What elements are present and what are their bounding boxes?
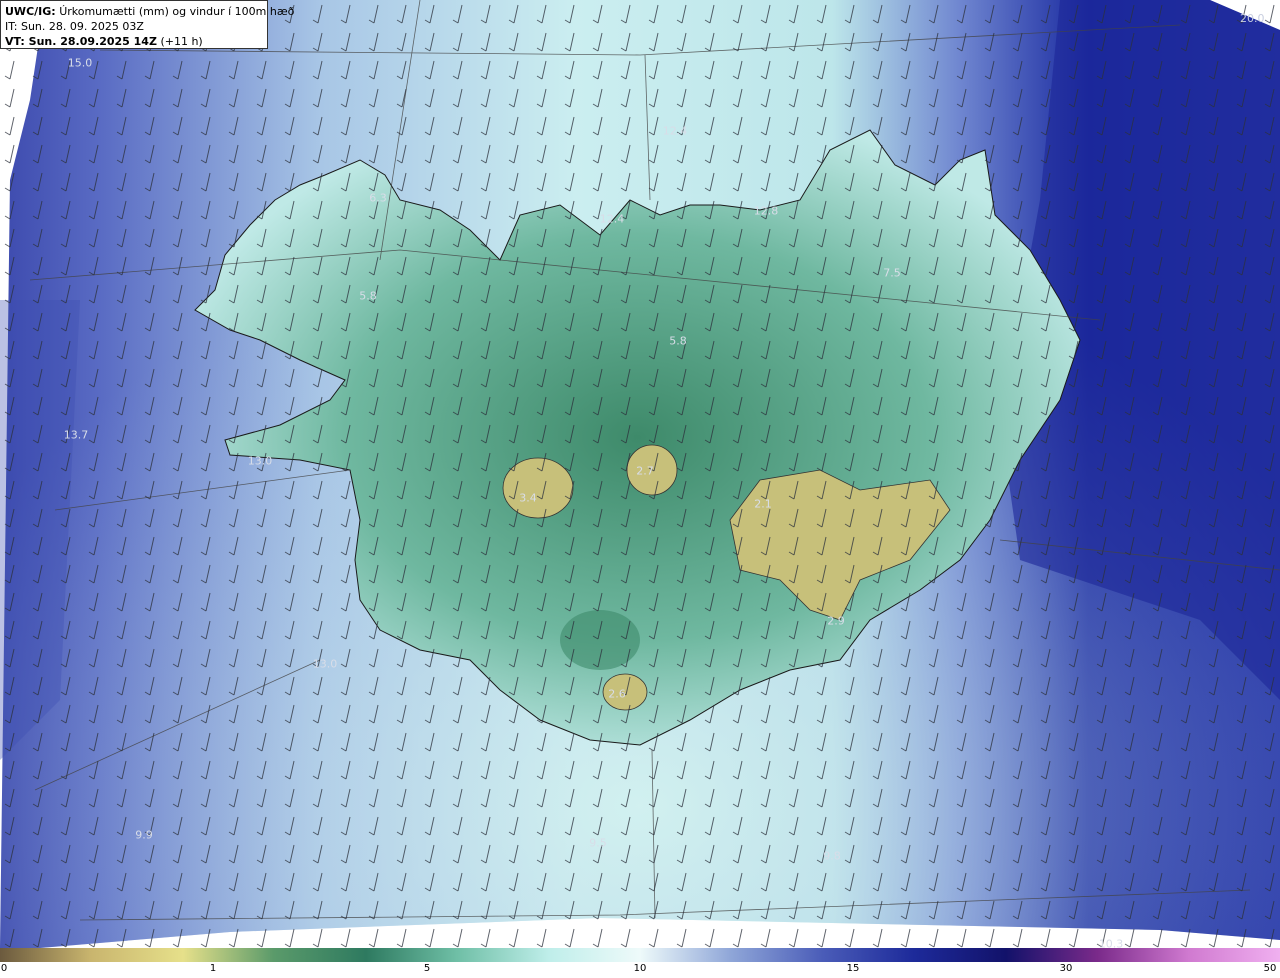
map-value-label: 3.4 <box>519 491 537 505</box>
model-name: UWC/IG: <box>5 5 56 18</box>
map-value-label: 13.0 <box>312 657 338 671</box>
colorbar-tick: 1 <box>209 963 217 974</box>
map-value-label: 2.6 <box>608 687 626 701</box>
map-title-box: UWC/IG: Úrkomumætti (mm) og vindur í 100… <box>0 0 294 49</box>
colorbar-tick: 5 <box>423 963 431 974</box>
map-value-label: 12.8 <box>753 204 779 218</box>
title-row: UWC/IG: Úrkomumætti (mm) og vindur í 100… <box>5 4 294 19</box>
map-value-label: 10.3 <box>1098 937 1124 949</box>
map-value-label: 9.5 <box>589 836 607 850</box>
colorbar-tick: 0 <box>0 963 8 974</box>
colorbar-tick: 10 <box>633 963 647 974</box>
map-value-label: 5.8 <box>669 334 687 348</box>
colorbar <box>0 948 1280 962</box>
map-value-label: 2.9 <box>827 614 845 628</box>
map-value-label: 6.3 <box>369 191 387 205</box>
map-value-label: 9.8 <box>823 849 841 863</box>
map-value-label: 13.0 <box>247 454 273 468</box>
map-value-label: 13.7 <box>63 428 89 442</box>
map-value-label: 7.5 <box>883 266 901 280</box>
lead-time: (+11 h) <box>160 35 203 48</box>
colorbar-gradient <box>0 948 1280 962</box>
map-title: Úrkomumætti (mm) og vindur í 100m hæð <box>59 5 295 18</box>
map-value-label: 15.0 <box>67 56 93 70</box>
map-value-label: 9.9 <box>135 828 153 842</box>
valid-time-row: VT: Sun. 28.09.2025 14Z (+11 h) <box>5 34 263 49</box>
colorbar-tick: 30 <box>1059 963 1073 974</box>
map-area: 15.0 12.4 12.4 12.8 6.3 5.8 7.5 5.8 13.7… <box>0 0 1280 948</box>
map-value-label: 12.4 <box>599 212 625 226</box>
colorbar-tick: 15 <box>846 963 860 974</box>
map-value-label: 2.7 <box>636 464 654 478</box>
initial-time: IT: Sun. 28. 09. 2025 03Z <box>5 20 144 33</box>
map-value-label: 12.4 <box>662 124 688 138</box>
map-value-label: 2.1 <box>754 497 772 511</box>
valid-time: VT: Sun. 28.09.2025 14Z <box>5 35 157 48</box>
map-value-label: 20.0 <box>1240 12 1265 25</box>
colorbar-tick: 50 <box>1263 963 1277 974</box>
map-value-label: 5.8 <box>359 289 377 303</box>
